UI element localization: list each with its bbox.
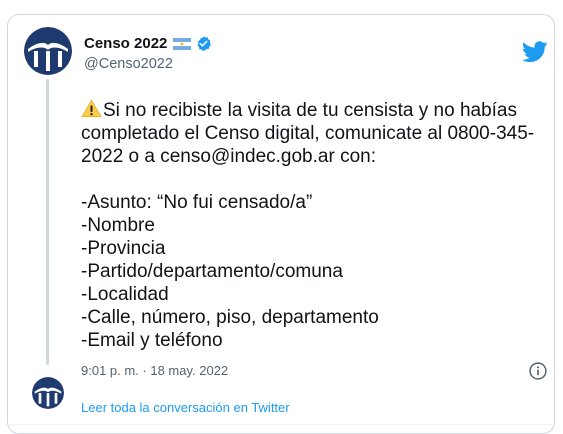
list-item: -Calle, número, piso, departamento xyxy=(81,307,379,328)
tweet-intro-text: Si no recibiste la visita de tu censista… xyxy=(81,100,535,167)
author-handle[interactable]: @Censo2022 xyxy=(84,56,173,72)
author-name[interactable]: Censo 2022 xyxy=(84,35,212,52)
avatar-small[interactable] xyxy=(32,377,64,409)
list-item: -Email y teléfono xyxy=(81,330,223,351)
list-item: -Nombre xyxy=(81,215,155,236)
info-icon[interactable] xyxy=(528,361,548,381)
divider xyxy=(8,424,554,425)
tweet-intro: Si no recibiste la visita de tu censista… xyxy=(81,99,551,168)
tweet-timestamp[interactable]: 9:01 p. m. · 18 may. 2022 xyxy=(81,363,228,378)
tweet-text: Si no recibiste la visita de tu censista… xyxy=(81,99,551,352)
list-item: -Partido/departamento/comuna xyxy=(81,261,343,282)
thread-line xyxy=(46,79,49,365)
tweet-card: Censo 2022 @Censo2022 Si no recibiste la… xyxy=(7,14,555,434)
author-name-text: Censo 2022 xyxy=(84,35,168,52)
verified-badge-icon xyxy=(197,36,212,51)
censo-logo-icon xyxy=(32,377,64,409)
list-item: -Provincia xyxy=(81,238,166,259)
avatar[interactable] xyxy=(24,27,72,75)
list-item: -Localidad xyxy=(81,284,169,305)
warning-icon xyxy=(81,99,102,118)
argentina-flag-icon xyxy=(173,37,192,50)
censo-logo-icon xyxy=(24,27,72,75)
list-item: -Asunto: “No fui censado/a” xyxy=(81,192,313,213)
twitter-bird-icon[interactable] xyxy=(522,41,548,63)
read-conversation-link[interactable]: Leer toda la conversación en Twitter xyxy=(81,400,290,415)
